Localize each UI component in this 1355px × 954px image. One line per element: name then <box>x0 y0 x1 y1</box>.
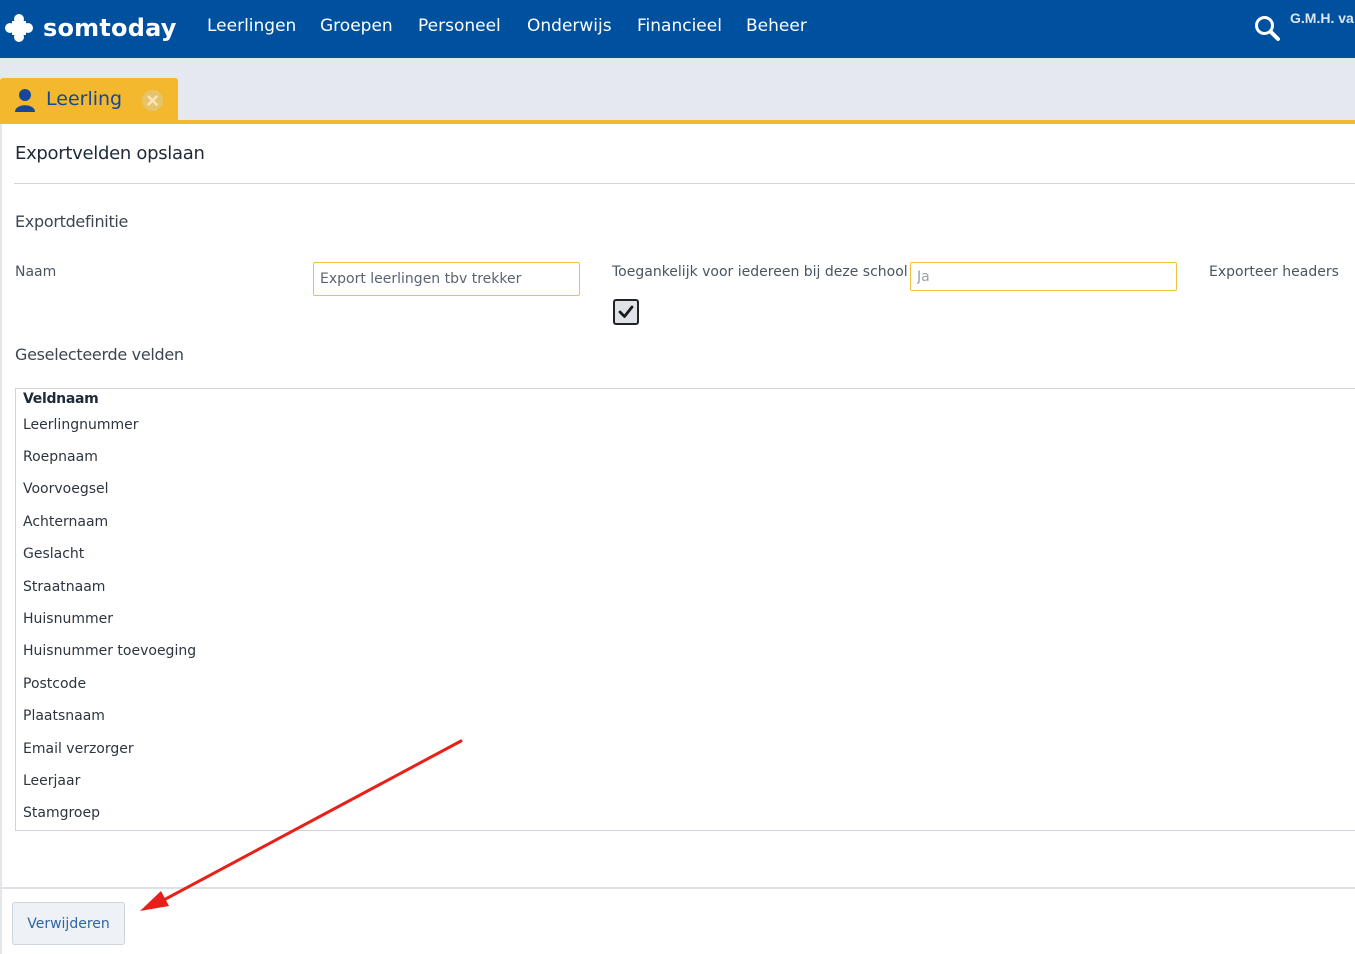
toegankelijk-input[interactable] <box>910 262 1177 291</box>
nav-beheer[interactable]: Beheer <box>746 16 807 36</box>
exporteer-headers-label: Exporteer headers <box>1209 264 1339 280</box>
exporteer-headers-checkbox[interactable] <box>613 299 639 325</box>
search-icon[interactable] <box>1253 14 1281 42</box>
table-row[interactable]: Plaatsnaam <box>23 708 105 724</box>
table-row[interactable]: Stamgroep <box>23 805 100 821</box>
user-name[interactable]: G.M.H. va <box>1290 10 1354 26</box>
table-row[interactable]: Achternaam <box>23 514 108 530</box>
naam-input[interactable] <box>313 262 580 296</box>
naam-label: Naam <box>15 264 57 280</box>
nav-leerlingen[interactable]: Leerlingen <box>207 16 296 36</box>
checkmark-icon <box>618 305 634 318</box>
nav-personeel[interactable]: Personeel <box>418 16 501 36</box>
table-row[interactable]: Huisnummer toevoeging <box>23 643 196 659</box>
brand-name: somtoday <box>43 14 177 42</box>
user-icon <box>14 88 36 112</box>
nav-onderwijs[interactable]: Onderwijs <box>527 16 612 36</box>
footer-divider <box>2 887 1355 889</box>
section-heading-exportdefinitie: Exportdefinitie <box>15 212 129 231</box>
table-row[interactable]: Leerlingnummer <box>23 417 138 433</box>
section-heading-geselecteerde-velden: Geselecteerde velden <box>15 345 184 364</box>
table-row[interactable]: Huisnummer <box>23 611 113 627</box>
top-navigation-bar: somtoday Leerlingen Groepen Personeel On… <box>0 0 1355 58</box>
table-row[interactable]: Straatnaam <box>23 579 105 595</box>
delete-button[interactable]: Verwijderen <box>12 902 125 945</box>
table-row[interactable]: Email verzorger <box>23 741 134 757</box>
table-row[interactable]: Geslacht <box>23 546 84 562</box>
content-border <box>0 124 2 954</box>
puzzle-logo-icon <box>4 13 34 43</box>
title-divider <box>14 183 1355 184</box>
toegankelijk-label: Toegankelijk voor iedereen bij deze scho… <box>612 264 908 280</box>
tab-leerling[interactable]: Leerling <box>0 78 178 120</box>
table-row[interactable]: Roepnaam <box>23 449 98 465</box>
page-title: Exportvelden opslaan <box>15 143 205 164</box>
column-header-veldnaam: Veldnaam <box>23 391 99 407</box>
table-row[interactable]: Voorvoegsel <box>23 481 109 497</box>
table-row[interactable]: Leerjaar <box>23 773 80 789</box>
nav-groepen[interactable]: Groepen <box>320 16 393 36</box>
tab-label: Leerling <box>46 88 123 110</box>
table-row[interactable]: Postcode <box>23 676 86 692</box>
tab-strip: Leerling <box>0 58 1355 120</box>
nav-financieel[interactable]: Financieel <box>637 16 722 36</box>
close-icon[interactable] <box>142 90 163 111</box>
selected-fields-table: Veldnaam Leerlingnummer Roepnaam Voorvoe… <box>15 388 1355 831</box>
tab-underline <box>0 120 1355 124</box>
somtoday-logo[interactable]: somtoday <box>4 12 177 44</box>
